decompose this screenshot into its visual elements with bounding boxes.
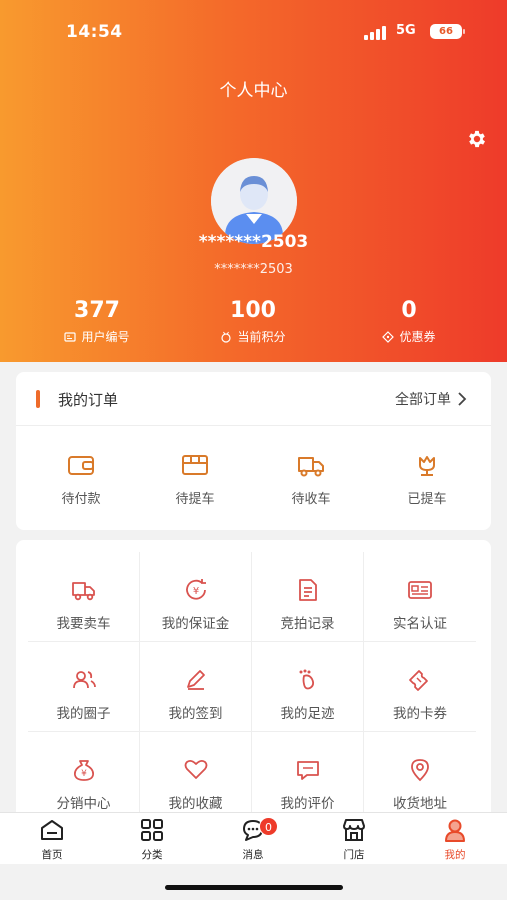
orders-card: 我的订单 全部订单 待付款 待提车 待收车 已提车 xyxy=(16,372,491,530)
order-pending-payment[interactable]: 待付款 xyxy=(22,452,140,507)
all-orders-label: 全部订单 xyxy=(395,392,451,408)
profile-icon xyxy=(445,819,465,842)
order-label: 已提车 xyxy=(407,492,447,507)
stat-coupons[interactable]: 0 优惠券 xyxy=(334,298,484,345)
tab-home[interactable]: 首页 xyxy=(12,817,92,862)
order-label: 待付款 xyxy=(61,492,101,507)
comment-icon xyxy=(296,761,319,780)
battery-icon: 66 xyxy=(430,24,465,39)
service-label: 我的评价 xyxy=(280,796,335,812)
chevron-right-icon xyxy=(458,392,467,406)
stat-label: 优惠券 xyxy=(399,330,436,344)
status-time: 14:54 xyxy=(66,22,123,42)
service-footprint[interactable]: 我的足迹 xyxy=(252,642,364,732)
service-auction-records[interactable]: 竞拍记录 xyxy=(252,552,364,642)
service-label: 竞拍记录 xyxy=(280,616,335,632)
svg-text:¥: ¥ xyxy=(81,769,87,779)
home-icon xyxy=(41,820,63,840)
tab-category[interactable]: 分类 xyxy=(112,817,192,862)
order-label: 待提车 xyxy=(175,492,215,507)
stat-user-id[interactable]: 377 用户编号 xyxy=(22,298,172,345)
heart-icon xyxy=(184,759,207,779)
id-icon xyxy=(64,331,77,342)
service-coupons[interactable]: 我的卡券 xyxy=(364,642,476,732)
tab-profile[interactable]: 我的 xyxy=(415,817,495,862)
service-label: 我的卡券 xyxy=(393,706,447,722)
status-bar: 14:54 5G 66 xyxy=(0,18,507,46)
network-type: 5G xyxy=(396,23,416,38)
stat-value: 0 xyxy=(401,298,417,323)
location-icon xyxy=(411,759,429,782)
tab-store[interactable]: 门店 xyxy=(314,817,394,862)
tab-label: 分类 xyxy=(141,849,163,861)
svg-text:¥: ¥ xyxy=(192,586,198,597)
service-verification[interactable]: 实名认证 xyxy=(364,552,476,642)
grid-icon xyxy=(141,819,163,841)
service-label: 我的收藏 xyxy=(168,796,223,812)
service-checkin[interactable]: 我的签到 xyxy=(140,642,252,732)
tab-messages[interactable]: 0 消息 xyxy=(213,817,293,862)
stat-points[interactable]: 100 当前积分 xyxy=(178,298,328,345)
services-grid: 我要卖车 ¥ 我的保证金 竞拍记录 实名认证 我的圈子 我的签到 我的足迹 我的… xyxy=(16,540,491,820)
gear-icon[interactable] xyxy=(466,128,488,150)
page-title: 个人中心 xyxy=(219,81,288,101)
order-label: 待收车 xyxy=(291,492,331,507)
orders-title: 我的订单 xyxy=(58,391,119,409)
tab-label: 首页 xyxy=(41,849,63,861)
tab-label: 我的 xyxy=(444,849,466,861)
coupon-icon xyxy=(409,670,428,691)
service-label: 我的签到 xyxy=(168,706,223,722)
tab-label: 门店 xyxy=(343,849,365,861)
home-indicator[interactable] xyxy=(165,885,343,890)
service-label: 我的足迹 xyxy=(280,706,335,722)
order-picked-up[interactable]: 已提车 xyxy=(368,452,486,507)
document-icon xyxy=(298,579,317,601)
service-label: 我的圈子 xyxy=(56,706,111,722)
profile-header: 14:54 5G 66 个人中心 *******2503 *******2503… xyxy=(0,0,507,362)
signal-icon xyxy=(364,26,388,40)
ticket-icon xyxy=(382,330,395,343)
yen-refresh-icon: ¥ xyxy=(185,579,206,600)
service-reviews[interactable]: 我的评价 xyxy=(252,732,364,820)
service-distribution[interactable]: ¥ 分销中心 xyxy=(28,732,140,820)
stat-label: 当前积分 xyxy=(237,330,286,344)
store-icon xyxy=(343,819,365,841)
id-card-icon xyxy=(408,581,432,599)
pencil-icon xyxy=(186,670,205,690)
service-label: 收货地址 xyxy=(393,796,447,812)
tab-label: 消息 xyxy=(242,849,264,861)
stat-value: 100 xyxy=(230,298,276,323)
service-label: 分销中心 xyxy=(56,796,111,812)
truck-icon xyxy=(298,457,324,477)
stat-value: 377 xyxy=(74,298,120,323)
user-account: *******2503 xyxy=(214,262,293,277)
service-favorites[interactable]: 我的收藏 xyxy=(140,732,252,820)
tab-bar: 首页 分类 0 消息 门店 我的 xyxy=(0,812,507,864)
all-orders-link[interactable]: 全部订单 xyxy=(395,389,467,409)
section-marker xyxy=(36,390,40,408)
truck-icon xyxy=(71,582,95,601)
order-pending-receive[interactable]: 待收车 xyxy=(252,452,370,507)
money-bag-icon: ¥ xyxy=(73,760,94,781)
service-circle[interactable]: 我的圈子 xyxy=(28,642,140,732)
users-icon xyxy=(72,671,96,689)
box-icon xyxy=(182,455,208,475)
service-label: 实名认证 xyxy=(393,616,447,632)
medal-icon xyxy=(221,331,232,343)
message-badge: 0 xyxy=(259,817,278,836)
service-address[interactable]: 收货地址 xyxy=(364,732,476,820)
order-pending-pickup[interactable]: 待提车 xyxy=(136,452,254,507)
service-label: 我的保证金 xyxy=(161,616,230,632)
wallet-icon xyxy=(68,456,94,475)
flower-icon xyxy=(419,456,435,476)
username: *******2503 xyxy=(198,232,309,252)
service-sell-car[interactable]: 我要卖车 xyxy=(28,552,140,642)
service-label: 我要卖车 xyxy=(56,616,111,632)
footprint-icon xyxy=(299,669,314,690)
service-deposit[interactable]: ¥ 我的保证金 xyxy=(140,552,252,642)
orders-header: 我的订单 全部订单 xyxy=(16,372,491,426)
stat-label: 用户编号 xyxy=(81,330,130,344)
